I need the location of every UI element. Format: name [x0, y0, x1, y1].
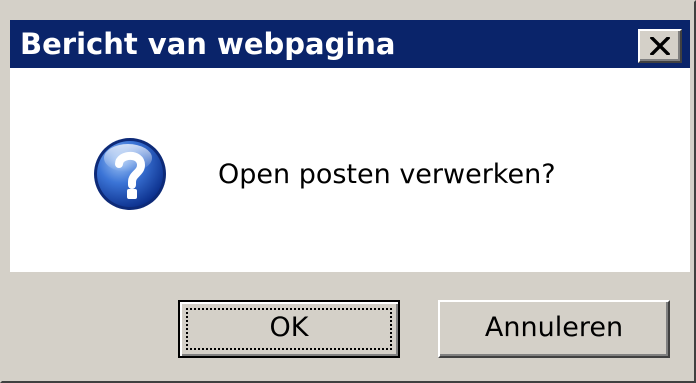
close-button[interactable] — [638, 29, 682, 63]
message-dialog: Bericht van webpagina Open posten verwer… — [0, 0, 696, 383]
question-icon — [94, 138, 166, 210]
dialog-message: Open posten verwerken? — [218, 159, 556, 190]
ok-button[interactable]: OK — [178, 300, 400, 358]
title-bar[interactable]: Bericht van webpagina — [10, 20, 690, 68]
dialog-title: Bericht van webpagina — [20, 27, 396, 61]
dialog-content: Open posten verwerken? — [10, 68, 690, 272]
ok-button-label: OK — [269, 312, 309, 343]
cancel-button[interactable]: Annuleren — [438, 300, 670, 358]
close-icon — [650, 37, 670, 55]
cancel-button-label: Annuleren — [484, 312, 624, 343]
